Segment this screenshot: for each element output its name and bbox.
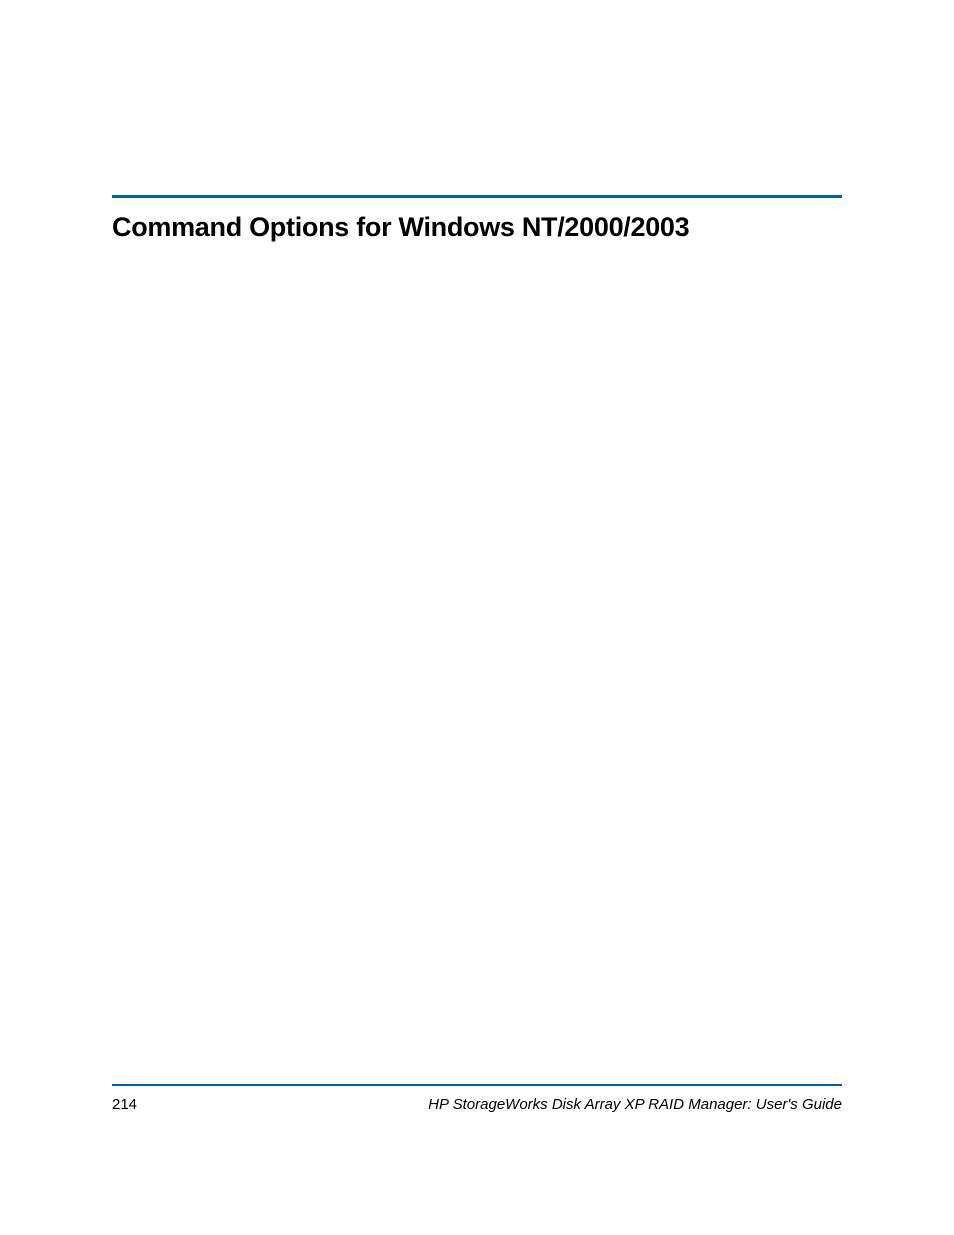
footer-rule	[112, 1084, 842, 1086]
document-title: HP StorageWorks Disk Array XP RAID Manag…	[428, 1096, 842, 1113]
page-content: Command Options for Windows NT/2000/2003	[112, 195, 842, 243]
page-footer: 214 HP StorageWorks Disk Array XP RAID M…	[112, 1084, 842, 1113]
footer-row: 214 HP StorageWorks Disk Array XP RAID M…	[112, 1096, 842, 1113]
page-number: 214	[112, 1096, 137, 1113]
section-rule	[112, 195, 842, 198]
section-heading: Command Options for Windows NT/2000/2003	[112, 212, 842, 243]
